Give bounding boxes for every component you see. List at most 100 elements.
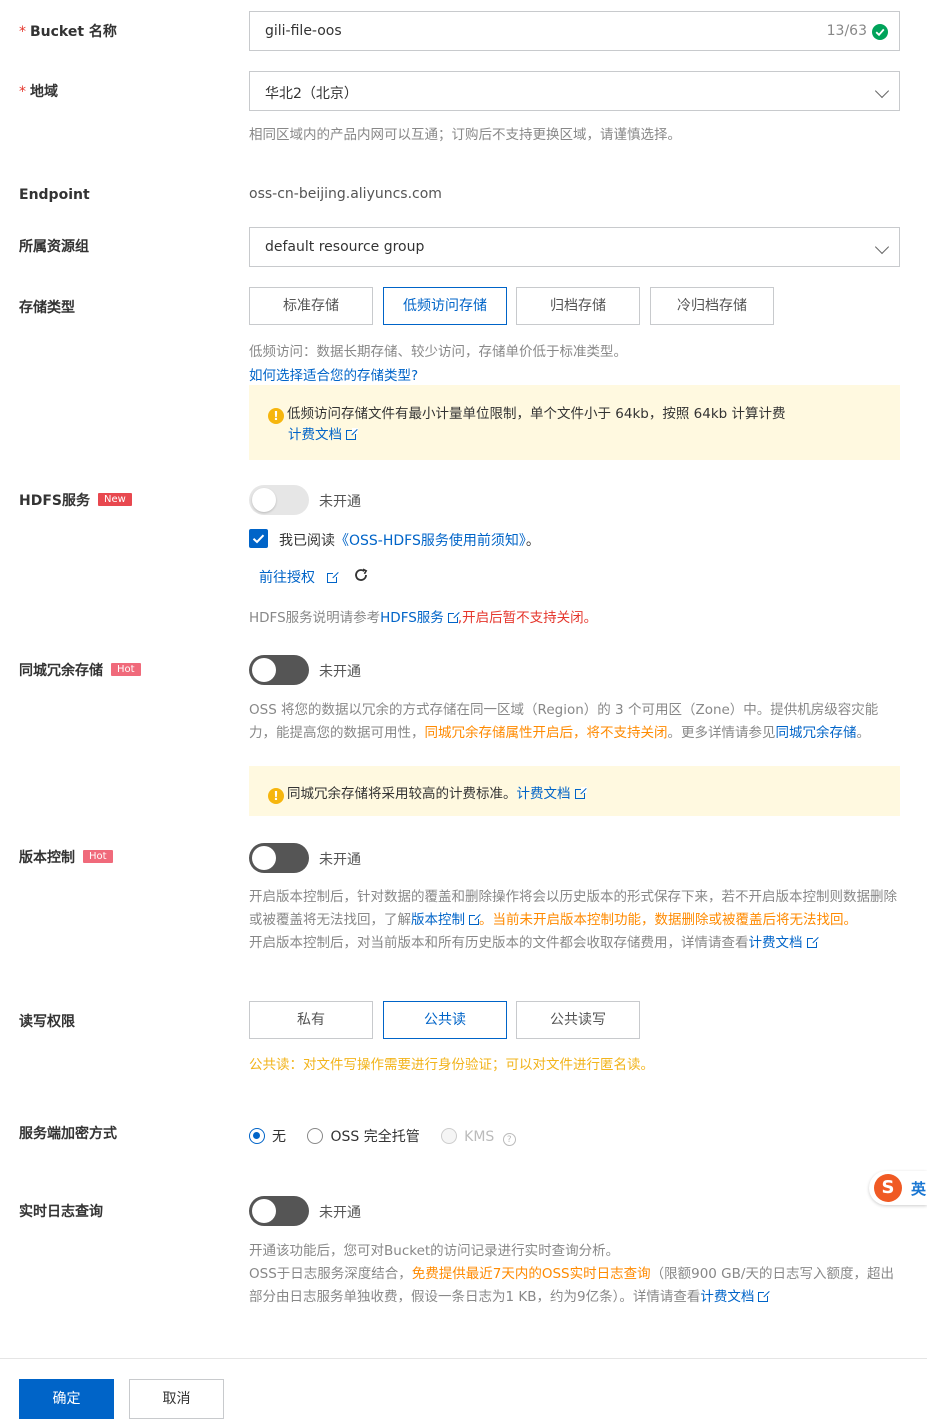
versioning-billing-link[interactable]: 计费文档 (749, 935, 803, 951)
redundancy-label: 同城冗余存储 Hot (19, 660, 141, 680)
hdfs-toggle[interactable] (249, 485, 309, 515)
redundancy-billing-link[interactable]: 计费文档 (517, 786, 571, 802)
warning-icon: ! (268, 788, 284, 804)
logging-status: 未开通 (319, 1205, 361, 1221)
acl-warning: 公共读：对文件写操作需要进行身份验证；可以对文件进行匿名读。 (249, 1057, 654, 1073)
hdfs-terms-link[interactable]: 《OSS-HDFS服务使用前须知》 (335, 533, 526, 549)
logging-billing-link[interactable]: 计费文档 (700, 1289, 754, 1305)
ime-floating-badge[interactable]: S 英 (869, 1171, 927, 1205)
redundancy-label-text: 同城冗余存储 (19, 663, 103, 679)
storage-option-ia[interactable]: 低频访问存储 (383, 287, 507, 325)
encryption-option-none[interactable]: 无 (249, 1128, 286, 1145)
redundancy-toggle[interactable] (249, 655, 309, 685)
confirm-button[interactable]: 确定 (19, 1379, 114, 1419)
check-circle-icon (872, 24, 888, 40)
encryption-option-oss[interactable]: OSS 完全托管 (307, 1128, 420, 1145)
acl-label: 读写权限 (19, 1014, 75, 1030)
external-link-icon (469, 913, 481, 925)
required-mark: * (19, 24, 26, 40)
encryption-option-kms: KMS ? (441, 1128, 516, 1146)
char-counter: 13/63 (826, 23, 867, 39)
hdfs-doc-link[interactable]: HDFS服务 (380, 610, 444, 626)
acl-option-public-read-write[interactable]: 公共读写 (516, 1001, 640, 1039)
toggle-knob (252, 488, 276, 512)
region-hint: 相同区域内的产品内网可以互通；订购后不支持更换区域，请谨慎选择。 (249, 127, 681, 143)
storage-notice-text-row: ! 低频访问存储文件有最小计量单位限制，单个文件小于 64kb，按照 64kb 计… (268, 402, 786, 424)
cancel-button[interactable]: 取消 (129, 1379, 224, 1419)
encryption-option-none-label: 无 (272, 1129, 286, 1145)
encryption-options: 无 OSS 完全托管 KMS ? (249, 1126, 516, 1146)
refresh-icon[interactable] (353, 567, 369, 583)
storage-option-standard[interactable]: 标准存储 (249, 287, 373, 325)
hdfs-auth-link[interactable]: 前往授权 (259, 567, 339, 587)
toggle-knob (252, 1199, 276, 1223)
external-link-icon (574, 787, 587, 799)
bucket-name-input[interactable]: gili-file-oos 13/63 (249, 11, 900, 51)
sogou-icon: S (874, 1174, 902, 1202)
hdfs-note-prefix: HDFS服务说明请参考 (249, 610, 381, 626)
encryption-option-kms-label: KMS (464, 1129, 495, 1145)
external-link-icon (346, 428, 358, 440)
hdfs-agree-checkbox[interactable] (249, 529, 268, 548)
toggle-knob (252, 846, 276, 870)
versioning-toggle[interactable] (249, 843, 309, 873)
storage-hint: 低频访问：数据长期存储、较少访问，存储单价低于标准类型。 (249, 344, 627, 360)
toggle-knob (252, 658, 276, 682)
storage-option-cold-archive[interactable]: 冷归档存储 (650, 287, 774, 325)
resource-group-label: 所属资源组 (19, 239, 89, 255)
storage-billing-link-text[interactable]: 计费文档 (288, 427, 342, 443)
region-label: * 地域 (19, 81, 58, 101)
ime-mode-text: 英 (911, 1180, 927, 1198)
logging-toggle[interactable] (249, 1196, 309, 1226)
bucket-name-label: * Bucket 名称 (19, 21, 117, 41)
logging-label: 实时日志查询 (19, 1204, 103, 1220)
resource-group-value: default resource group (265, 239, 425, 255)
external-link-icon (806, 936, 819, 948)
hdfs-agree-prefix: 我已阅读 (279, 533, 335, 549)
radio-icon (307, 1128, 324, 1144)
redundancy-notice: ! 同城冗余存储将采用较高的计费标准。计费文档 (249, 766, 900, 816)
external-link-icon (447, 611, 460, 623)
bucket-name-value[interactable]: gili-file-oos (265, 23, 342, 39)
versioning-description: 开启版本控制后，针对数据的覆盖和删除操作将会以历史版本的形式保存下来，若不开启版… (249, 886, 899, 955)
redundancy-notice-row: ! 同城冗余存储将采用较高的计费标准。计费文档 (268, 782, 587, 804)
versioning-doc-link[interactable]: 版本控制 (411, 912, 465, 928)
versioning-desc-warning: 。当前未开启版本控制功能，数据删除或被覆盖后将无法找回。 (479, 912, 857, 928)
required-mark: * (19, 84, 26, 100)
storage-notice: ! 低频访问存储文件有最小计量单位限制，单个文件小于 64kb，按照 64kb 计… (249, 385, 900, 460)
storage-type-label: 存储类型 (19, 300, 75, 316)
resource-group-select[interactable]: default resource group (249, 227, 900, 267)
storage-billing-link[interactable]: 计费文档 (288, 423, 358, 443)
acl-option-private[interactable]: 私有 (249, 1001, 373, 1039)
redundancy-description: OSS 将您的数据以冗余的方式存储在同一区域（Region）的 3 个可用区（Z… (249, 699, 899, 745)
redundancy-desc-part2: 。更多详情请参见 (667, 725, 776, 741)
external-link-icon (758, 1290, 771, 1302)
storage-option-archive[interactable]: 归档存储 (516, 287, 640, 325)
region-select[interactable]: 华北2（北京） (249, 71, 900, 111)
endpoint-value: oss-cn-beijing.aliyuncs.com (249, 186, 442, 202)
hot-badge: Hot (111, 663, 141, 676)
storage-notice-text: 低频访问存储文件有最小计量单位限制，单个文件小于 64kb，按照 64kb 计算… (287, 406, 786, 422)
hdfs-auth-link-text[interactable]: 前往授权 (259, 570, 315, 586)
region-value: 华北2（北京） (265, 86, 358, 102)
bucket-name-label-text: Bucket 名称 (30, 24, 117, 40)
versioning-desc-part2: 开启版本控制后，对当前版本和所有历史版本的文件都会收取存储费用，详情请查看 (249, 935, 749, 951)
chevron-down-icon (874, 83, 890, 99)
endpoint-label: Endpoint (19, 187, 90, 203)
hdfs-note: HDFS服务说明请参考HDFS服务 ,开启后暂不支持关闭。 (249, 606, 597, 626)
redundancy-doc-link[interactable]: 同城冗余存储 (776, 725, 857, 741)
help-icon: ? (502, 1133, 516, 1146)
hdfs-agree-suffix: 。 (525, 533, 540, 549)
storage-help-link[interactable]: 如何选择适合您的存储类型? (249, 364, 418, 384)
hot-badge: Hot (83, 850, 113, 863)
footer-divider (0, 1358, 927, 1359)
new-badge: New (97, 493, 132, 506)
acl-option-public-read[interactable]: 公共读 (383, 1001, 507, 1039)
warning-icon: ! (268, 408, 284, 424)
hdfs-status: 未开通 (319, 494, 361, 510)
redundancy-notice-text: 同城冗余存储将采用较高的计费标准。 (287, 786, 517, 802)
logging-desc-part1: 开通该功能后，您可对Bucket的访问记录进行实时查询分析。 (249, 1243, 620, 1259)
logging-desc-part2: OSS于日志服务深度结合， (249, 1266, 412, 1282)
redundancy-status: 未开通 (319, 664, 361, 680)
logging-desc-warning: 免费提供最近7天内的OSS实时日志查询 (411, 1266, 651, 1282)
